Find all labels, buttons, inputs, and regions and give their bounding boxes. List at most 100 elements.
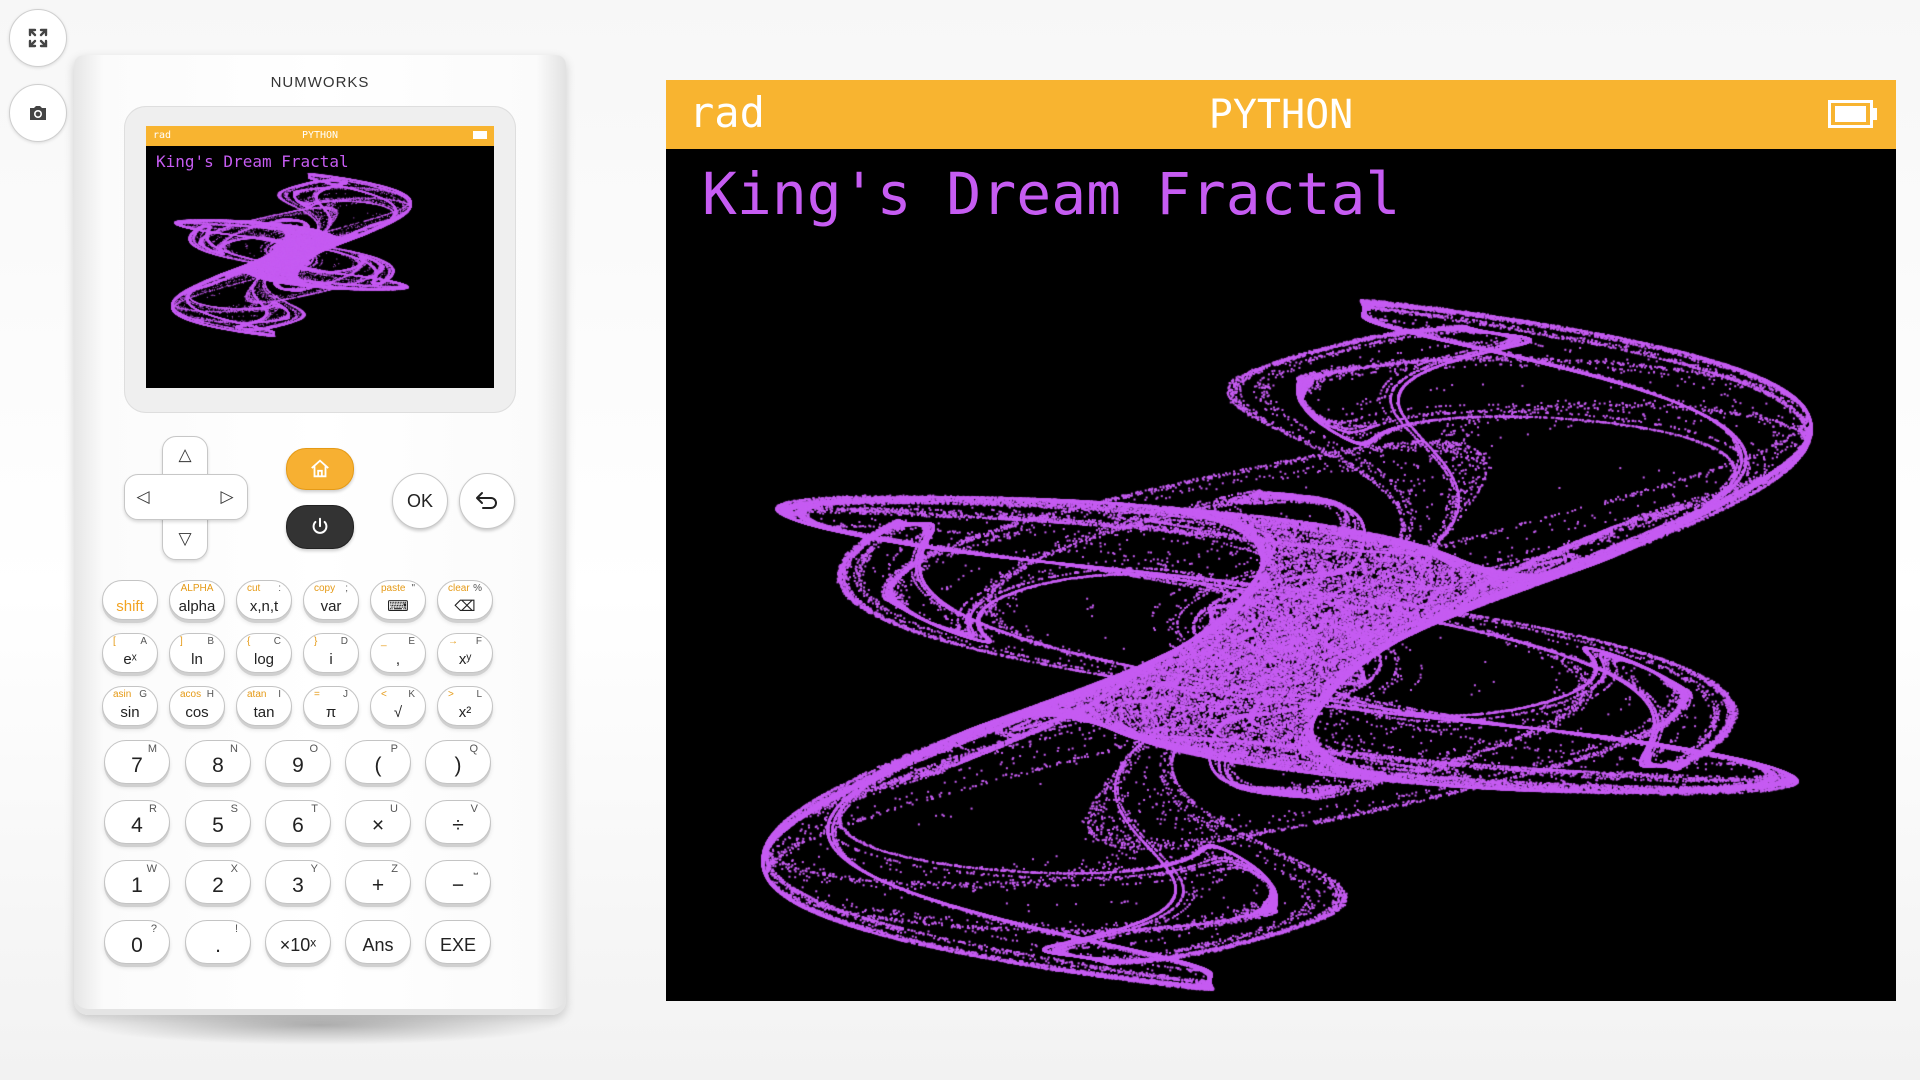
key-,[interactable]: _ E,	[370, 633, 426, 673]
fractal-plot	[666, 149, 1896, 1001]
key-label: ln	[191, 651, 203, 668]
key-label: EXE	[439, 935, 477, 955]
mini-screen: rad PYTHON King's Dream Fractal	[146, 126, 494, 388]
screen-bezel: rad PYTHON King's Dream Fractal	[124, 106, 516, 413]
key-alpha-label: J	[343, 689, 348, 700]
key-alpha-label: G	[139, 689, 147, 700]
key-alpha-label: E	[408, 636, 415, 647]
key-alpha-label: "	[411, 583, 415, 594]
dpad: △ ▽ ◁ ▷	[124, 436, 248, 560]
key-eˣ[interactable]: [Aeˣ	[102, 633, 158, 673]
key-secondary-label: acos	[180, 689, 202, 700]
key-EXE[interactable]: EXE	[425, 920, 491, 964]
key-secondary-label: }	[314, 636, 318, 647]
key-log[interactable]: {Clog	[236, 633, 292, 673]
key-label: x,n,t	[249, 598, 279, 615]
key-label: 8	[212, 754, 224, 777]
key-6[interactable]: T6	[265, 800, 331, 844]
back-button[interactable]	[459, 473, 515, 529]
key-label: 0	[131, 934, 143, 957]
key-×10ˣ[interactable]: ×10ˣ	[265, 920, 331, 964]
mini-status-bar: rad PYTHON	[146, 126, 494, 146]
fullscreen-icon	[28, 28, 48, 48]
key-label: ÷	[452, 814, 464, 837]
key-xʸ[interactable]: → Fxʸ	[437, 633, 493, 673]
key-label: ,	[395, 651, 401, 668]
key-⌫[interactable]: clear% ⌫	[437, 580, 493, 620]
output-title: King's Dream Fractal	[702, 160, 1401, 228]
power-icon	[312, 517, 328, 534]
key-2[interactable]: X2	[185, 860, 251, 904]
ok-button[interactable]: OK	[392, 473, 448, 529]
key-4[interactable]: R4	[104, 800, 170, 844]
key-label: .	[215, 934, 221, 957]
key-secondary-label: [	[113, 636, 116, 647]
key-÷[interactable]: V ÷	[425, 800, 491, 844]
key-secondary-label: →	[448, 636, 458, 647]
key-1[interactable]: W1	[104, 860, 170, 904]
key-alpha-label: K	[408, 689, 415, 700]
key-label: (	[374, 754, 382, 777]
key-label: −	[451, 874, 465, 897]
key-−[interactable]: ⎵ −	[425, 860, 491, 904]
key-cos[interactable]: acos Hcos	[169, 686, 225, 726]
key-i[interactable]: } Di	[303, 633, 359, 673]
key-label: cos	[185, 704, 209, 721]
key-sin[interactable]: asin Gsin	[102, 686, 158, 726]
camera-icon	[30, 106, 46, 120]
home-button[interactable]	[286, 448, 354, 490]
key-shift[interactable]: shift	[102, 580, 158, 620]
key-label: 4	[131, 814, 143, 837]
key-Ans[interactable]: Ans	[345, 920, 411, 964]
key-label: ⌨	[387, 598, 409, 615]
key-tan[interactable]: atan Itan	[236, 686, 292, 726]
brand-logo: NUMWORKS	[270, 74, 370, 91]
key-alpha-label: F	[475, 636, 482, 647]
key-7[interactable]: M7	[104, 740, 170, 784]
fullscreen-button[interactable]	[9, 9, 67, 67]
key-secondary-label: ALPHA	[180, 583, 214, 594]
key-label: shift	[116, 598, 144, 615]
key-0[interactable]: ? 0	[104, 920, 170, 964]
calculator: NUMWORKS rad PYTHON King's Dream Fractal…	[74, 55, 566, 1015]
dpad-down[interactable]: ▽	[164, 520, 206, 558]
key-9[interactable]: O9	[265, 740, 331, 784]
key-⌨[interactable]: paste " ⌨	[370, 580, 426, 620]
dpad-up[interactable]: △	[164, 436, 206, 474]
dpad-right[interactable]: ▷	[208, 476, 246, 518]
key-5[interactable]: S5	[185, 800, 251, 844]
mini-battery-icon	[473, 131, 487, 139]
mini-fractal-plot	[146, 146, 494, 388]
key-)[interactable]: Q)	[425, 740, 491, 784]
status-bar: rad PYTHON	[666, 80, 1896, 149]
app-name: PYTHON	[1208, 92, 1354, 138]
key-label: log	[253, 651, 275, 668]
key-secondary-label: paste	[381, 583, 406, 594]
key-label: ⌫	[454, 598, 476, 615]
power-button[interactable]	[286, 505, 354, 549]
dpad-left[interactable]: ◁	[124, 476, 162, 518]
key-3[interactable]: Y3	[265, 860, 331, 904]
key-secondary-label: <	[381, 689, 387, 700]
key-secondary-label: ]	[180, 636, 183, 647]
key-secondary-label: >	[448, 689, 454, 700]
key-x,n,t[interactable]: cut: x,n,t	[236, 580, 292, 620]
key-([interactable]: P(	[345, 740, 411, 784]
key-label: eˣ	[123, 651, 137, 668]
key-ln[interactable]: ] Bln	[169, 633, 225, 673]
key-+[interactable]: Z +	[345, 860, 411, 904]
key-label: Ans	[362, 935, 394, 955]
screenshot-button[interactable]	[9, 84, 67, 142]
key-var[interactable]: copy; var	[303, 580, 359, 620]
key-label: ×10ˣ	[279, 935, 317, 955]
key-alpha-label: %	[473, 583, 482, 594]
key-alpha[interactable]: ALPHA alpha	[169, 580, 225, 620]
mini-output-title: King's Dream Fractal	[156, 152, 349, 171]
key-.[interactable]: !.	[185, 920, 251, 964]
key-×[interactable]: U ×	[345, 800, 411, 844]
key-8[interactable]: N8	[185, 740, 251, 784]
key-label: π	[325, 704, 337, 721]
key-π[interactable]: = Jπ	[303, 686, 359, 726]
key-√[interactable]: < K √	[370, 686, 426, 726]
key-x²[interactable]: > Lx²	[437, 686, 493, 726]
